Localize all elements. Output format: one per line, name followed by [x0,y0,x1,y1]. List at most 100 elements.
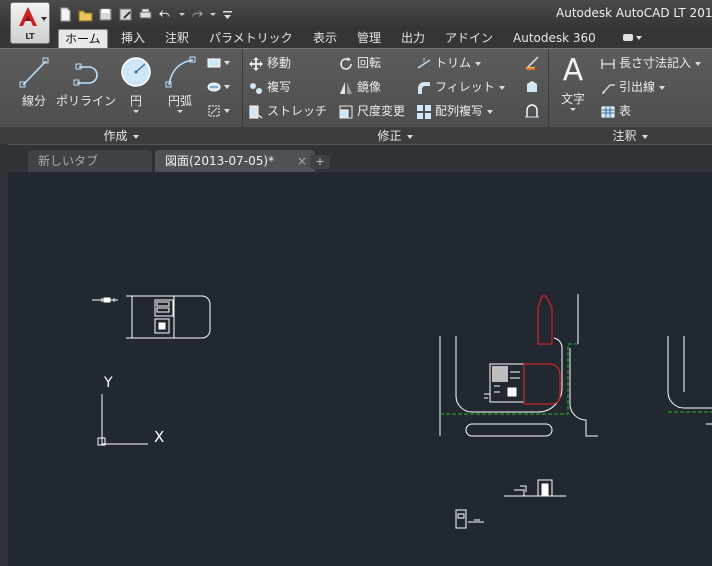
undo-dropdown-icon[interactable] [178,7,185,22]
plot-icon[interactable] [138,7,153,22]
circle-tool[interactable]: 円 [118,55,154,113]
tab-drawing[interactable]: 図面(2013-07-05)* × [155,150,315,172]
tab-annotate[interactable]: 注釈 [165,28,189,48]
scale-tool[interactable]: 尺度変更 [338,101,405,121]
chevron-down-icon [41,17,47,21]
stretch-tool[interactable]: ストレッチ [248,101,327,121]
tab-manage[interactable]: 管理 [357,28,381,48]
product-badge: LT [25,32,35,41]
ucs-icon [97,394,148,446]
chevron-down-icon[interactable] [570,108,576,111]
rotate-icon [340,56,352,70]
table-tool[interactable]: 表 [600,101,631,121]
title-bar: Autodesk AutoCAD LT 2015 [0,0,712,28]
chevron-down-icon[interactable] [177,110,183,113]
draw-panel-title[interactable]: 作成 [0,127,242,145]
tab-autodesk-360[interactable]: Autodesk 360 [513,28,596,48]
array-tool[interactable]: 配列複写 [416,101,494,121]
tab-insert[interactable]: 挿入 [121,28,145,48]
copy-icon [250,82,262,94]
modify-panel: 移動 回転 トリム 複写 鏡像 フィレット ストレッチ 尺度変更 配列複写 修正 [242,49,549,145]
ribbon: 線分 ポリライン 円 円弧 作成 移動 回転 トリム 複写 鏡像 フィレット ス… [0,48,712,145]
left-edge [0,144,8,566]
line-icon [19,57,49,88]
explode-icon [527,81,537,92]
move-tool[interactable]: 移動 [248,53,291,73]
rotate-tool[interactable]: 回転 [338,53,381,73]
drawing-hatch-lines [440,343,712,415]
linear-dimension-tool[interactable]: 長さ寸法記入 [600,53,702,73]
trim-tool[interactable]: トリム [416,53,482,73]
open-icon[interactable] [78,7,93,22]
application-menu-button[interactable]: LT [10,2,50,44]
tab-addins[interactable]: アドイン [445,28,493,48]
draw-panel: 線分 ポリライン 円 円弧 作成 [0,49,243,145]
circle-icon [121,57,151,87]
tab-output[interactable]: 出力 [401,28,425,48]
hatch-icon [207,82,221,92]
tab-view[interactable]: 表示 [313,28,337,48]
undo-icon[interactable] [158,7,173,22]
drawing-plan-right [439,294,712,529]
modify-panel-title[interactable]: 修正 [242,127,548,145]
close-icon[interactable]: × [297,150,307,172]
trim-icon [417,57,431,69]
file-tab-bar: 新しいタブ 図面(2013-07-05)* × + [0,144,712,173]
mirror-tool[interactable]: 鏡像 [338,77,381,97]
redo-dropdown-icon[interactable] [209,7,216,22]
text-tool[interactable]: A 文字 [556,55,590,111]
tab-home[interactable]: ホーム [58,29,108,49]
move-icon [249,56,263,71]
stretch-icon [249,105,263,119]
leader-icon [602,83,615,94]
copy-tool[interactable]: 複写 [248,77,291,97]
erase-tool[interactable] [524,55,548,73]
drawing-highlighted-objects [523,295,561,405]
ucs-y-label: Y [103,375,113,391]
rectangle-icon [207,58,221,68]
add-tab-button[interactable]: + [310,155,330,169]
redo-icon[interactable] [189,7,204,22]
boundary-icon [208,105,220,117]
tab-parametric[interactable]: パラメトリック [209,28,293,48]
erase-icon [525,56,539,70]
drawing-geometry: Y X [92,294,712,529]
offset-tool[interactable] [524,103,548,121]
tab-new-tab[interactable]: 新しいタブ [28,150,152,172]
fillet-icon [418,81,430,94]
drawing-canvas[interactable]: Y X [8,172,712,566]
region-tool[interactable] [206,103,230,121]
ribbon-minimize-icon[interactable] [622,33,644,43]
mirror-icon [340,81,352,94]
drawing-block-top-left [92,295,211,339]
scale-icon [339,105,353,118]
hatch-tool[interactable] [206,79,230,97]
customize-icon[interactable] [220,7,235,22]
rectangle-tool[interactable] [206,55,230,73]
arc-tool[interactable]: 円弧 [160,55,200,113]
annotation-panel: A 文字 長さ寸法記入 引出線 表 注釈 [548,49,712,145]
annotation-panel-title[interactable]: 注釈 [548,127,712,145]
autocad-window: Autodesk AutoCAD LT 2015 LT ホーム 挿入 注釈 パラ… [0,0,712,566]
window-title: Autodesk AutoCAD LT 2015 [556,6,712,20]
new-icon[interactable] [58,7,73,22]
line-tool[interactable]: 線分 [14,55,54,109]
explode-tool[interactable] [524,79,548,97]
arc-icon [165,56,196,88]
offset-icon [525,104,539,118]
fillet-tool[interactable]: フィレット [416,77,505,97]
array-icon [417,104,431,119]
polyline-tool[interactable]: ポリライン [54,55,118,109]
save-icon[interactable] [98,7,113,22]
autocad-logo-icon [19,7,37,26]
leader-tool[interactable]: 引出線 [600,77,666,97]
chevron-down-icon[interactable] [133,110,139,113]
text-icon: A [562,53,584,88]
table-icon [601,106,615,117]
save-as-icon[interactable] [118,7,133,22]
quick-access-toolbar [58,6,235,22]
ribbon-tab-bar: ホーム 挿入 注釈 パラメトリック 表示 管理 出力 アドイン Autodesk… [0,28,712,49]
linear-dimension-icon [601,58,615,69]
ucs-x-label: X [154,428,164,446]
polyline-icon [73,63,98,86]
